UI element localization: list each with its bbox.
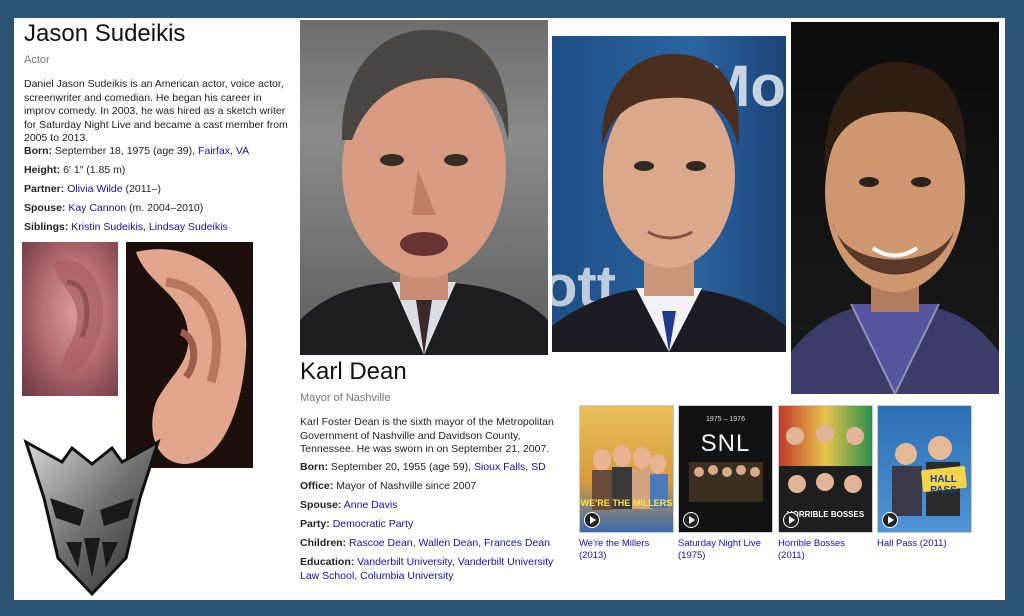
karl-spouse-link[interactable]: Anne Davis xyxy=(344,499,398,511)
karl-children-row: Children: Rascoe Dean, Wallen Dean, Fran… xyxy=(300,537,550,550)
karl-born-link[interactable]: Sioux Falls, SD xyxy=(474,461,546,473)
karl-name-title: Karl Dean xyxy=(300,358,407,385)
karl-office-value: Mayor of Nashville since 2007 xyxy=(336,480,477,492)
poster-horrible-bosses[interactable]: HORRIBLE BOSSES xyxy=(778,405,873,533)
jason-description: Daniel Jason Sudeikis is an American act… xyxy=(24,78,288,144)
poster-4-caption-title[interactable]: Hall Pass (2011) xyxy=(877,538,947,550)
jason-born-row: Born: September 18, 1975 (age 39), Fairf… xyxy=(24,145,249,158)
karl-dean-photo xyxy=(300,20,548,355)
poster-1-caption[interactable]: We're the Millers (2013) xyxy=(579,538,649,561)
karl-children-link[interactable]: Rascoe Dean, Wallen Dean, Frances Dean xyxy=(349,537,550,549)
jason-partner-value: (2011–) xyxy=(125,183,161,195)
ear-shape-icon xyxy=(52,260,103,375)
poster-2-caption-year: (1975) xyxy=(678,549,706,561)
karl-party-link[interactable]: Democratic Party xyxy=(333,518,414,530)
karl-description: Karl Foster Dean is the sixth mayor of t… xyxy=(300,416,554,455)
play-icon[interactable] xyxy=(683,512,699,528)
karl-office-label: Office: xyxy=(300,480,334,492)
karl-born-row: Born: September 20, 1955 (age 59), Sioux… xyxy=(300,461,546,474)
karl-education-link-1[interactable]: Vanderbilt University, Vanderbilt Univer… xyxy=(357,556,553,568)
karl-party-row: Party: Democratic Party xyxy=(300,518,413,531)
karl-born-value: September 20, 1955 (age 59), xyxy=(330,461,472,473)
karl-party-label: Party: xyxy=(300,518,330,530)
jason-photo-1: Mo ott xyxy=(552,36,786,352)
poster-1-caption-title[interactable]: We're the Millers xyxy=(579,538,649,550)
jason-height-value: 6′ 1″ (1.85 m) xyxy=(63,164,126,176)
jason-spouse-link[interactable]: Kay Cannon xyxy=(68,202,126,214)
jason-spouse-value: (m. 2004–2010) xyxy=(129,202,204,214)
karl-education-row-2: Law School, Columbia University xyxy=(300,570,453,583)
poster-4-art-text: HALL PASS xyxy=(930,474,957,496)
jason-born-label: Born: xyxy=(24,145,52,157)
decepticon-logo-icon xyxy=(22,438,162,598)
jason-born-value: September 18, 1975 (age 39), xyxy=(54,145,196,157)
karl-type: Mayor of Nashville xyxy=(300,392,391,404)
jason-spouse-label: Spouse: xyxy=(24,202,66,214)
play-icon[interactable] xyxy=(882,512,898,528)
jason-type: Actor xyxy=(24,54,50,66)
poster-2-caption[interactable]: Saturday Night Live (1975) xyxy=(678,538,761,561)
jason-born-link[interactable]: Fairfax, VA xyxy=(198,145,249,157)
karl-spouse-label: Spouse: xyxy=(300,499,342,511)
karl-spouse-row: Spouse: Anne Davis xyxy=(300,499,397,512)
jason-partner-link[interactable]: Olivia Wilde xyxy=(67,183,122,195)
poster-were-the-millers[interactable]: WE'RE THE MILLERS xyxy=(579,405,674,533)
poster-2-caption-title[interactable]: Saturday Night Live xyxy=(678,538,761,550)
karl-education-link-2[interactable]: Law School, Columbia University xyxy=(300,570,453,582)
karl-education-label: Education: xyxy=(300,556,355,568)
collage-canvas: Jason Sudeikis Actor Daniel Jason Sudeik… xyxy=(14,18,1005,600)
poster-1-caption-year: (2013) xyxy=(579,549,607,561)
karl-born-label: Born: xyxy=(300,461,328,473)
ear-shape-icon xyxy=(136,249,247,464)
ear-closeup-photo-1 xyxy=(22,242,118,396)
jason-partner-row: Partner: Olivia Wilde (2011–) xyxy=(24,183,161,196)
jason-partner-label: Partner: xyxy=(24,183,65,195)
poster-hall-pass[interactable]: HALL PASS xyxy=(877,405,972,533)
jason-name-title: Jason Sudeikis xyxy=(24,20,186,47)
poster-1-art-text: WE'RE THE MILLERS xyxy=(580,498,673,508)
play-icon[interactable] xyxy=(584,512,600,528)
karl-children-label: Children: xyxy=(300,537,347,549)
karl-education-row: Education: Vanderbilt University, Vander… xyxy=(300,556,553,569)
jason-siblings-row: Siblings: Kristin Sudeikis, Lindsay Sude… xyxy=(24,221,228,234)
poster-3-caption-title[interactable]: Horrible Bosses xyxy=(778,538,845,550)
jason-siblings-label: Siblings: xyxy=(24,221,69,233)
poster-3-caption-year: (2011) xyxy=(778,549,805,561)
poster-4-caption[interactable]: Hall Pass (2011) xyxy=(877,538,947,550)
jason-spouse-row: Spouse: Kay Cannon (m. 2004–2010) xyxy=(24,202,203,215)
play-icon[interactable] xyxy=(783,512,799,528)
karl-office-row: Office: Mayor of Nashville since 2007 xyxy=(300,480,476,493)
jason-photo-2 xyxy=(791,22,999,394)
ear-closeup-photo-2 xyxy=(126,242,253,468)
jason-height-row: Height: 6′ 1″ (1.85 m) xyxy=(24,164,125,177)
poster-3-caption[interactable]: Horrible Bosses (2011) xyxy=(778,538,845,561)
poster-snl[interactable]: 1975 – 1976 SNL xyxy=(678,405,773,533)
jason-siblings-link[interactable]: Kristin Sudeikis, Lindsay Sudeikis xyxy=(71,221,227,233)
jason-height-label: Height: xyxy=(24,164,61,176)
